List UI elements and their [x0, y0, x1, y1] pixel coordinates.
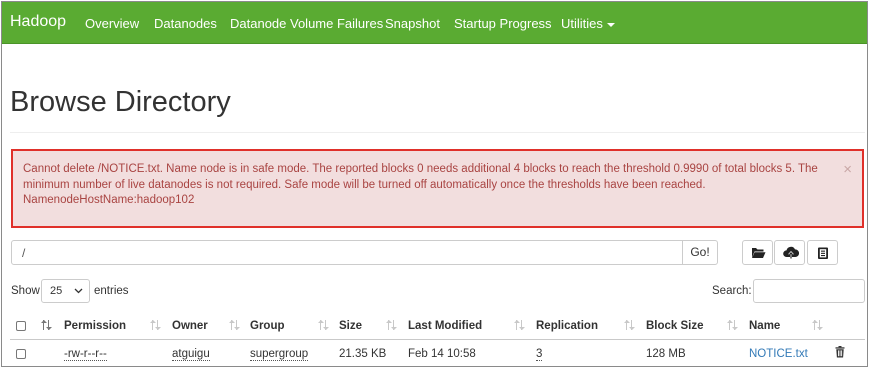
row-checkbox[interactable] — [16, 349, 26, 359]
brand-logo[interactable]: Hadoop — [10, 13, 66, 31]
column-header-permission[interactable]: Permission — [64, 320, 126, 332]
alert-message: Cannot delete /NOTICE.txt. Name node is … — [23, 162, 823, 209]
nav-datanode-volume-failures[interactable]: Datanode Volume Failures — [230, 16, 383, 31]
entries-value: 25 — [50, 285, 63, 297]
column-header-replication[interactable]: Replication — [536, 320, 598, 332]
column-header-owner[interactable]: Owner — [172, 320, 208, 332]
column-header-group[interactable]: Group — [250, 320, 285, 332]
file-name-link[interactable]: NOTICE.txt — [749, 348, 808, 360]
create-directory-button[interactable] — [742, 240, 773, 265]
sort-icon[interactable] — [317, 320, 329, 331]
column-header-name[interactable]: Name — [749, 320, 780, 332]
safe-mode-alert: Cannot delete /NOTICE.txt. Name node is … — [11, 149, 864, 228]
entries-per-page-select[interactable]: 25 — [41, 279, 90, 303]
directory-path-input[interactable] — [11, 240, 683, 265]
group-cell[interactable]: supergroup — [250, 348, 309, 361]
owner-cell[interactable]: atguigu — [172, 348, 210, 361]
last-modified-cell: Feb 14 10:58 — [408, 348, 476, 360]
show-label: Show — [11, 285, 40, 297]
alert-line-2: minimum number of live datanodes is not … — [23, 178, 706, 191]
alert-line-1: Cannot delete /NOTICE.txt. Name node is … — [23, 163, 818, 175]
go-button[interactable]: Go! — [682, 240, 718, 265]
nav-utilities-dropdown[interactable]: Utilities — [561, 16, 615, 31]
clipboard-icon — [818, 247, 828, 259]
chevron-down-icon — [74, 288, 83, 294]
sort-icon[interactable] — [385, 320, 397, 331]
nav-utilities-label: Utilities — [561, 16, 603, 31]
sort-icon[interactable] — [513, 320, 525, 331]
nav-startup-progress[interactable]: Startup Progress — [454, 16, 552, 31]
cloud-upload-icon — [783, 246, 799, 259]
caret-down-icon — [606, 22, 615, 27]
trash-icon[interactable] — [835, 346, 845, 358]
entries-label: entries — [94, 285, 129, 297]
sort-icon[interactable] — [149, 320, 161, 331]
search-label: Search: — [712, 285, 752, 297]
page-title: Browse Directory — [10, 86, 231, 118]
title-divider — [10, 132, 865, 133]
top-navbar: Hadoop Overview Datanodes Datanode Volum… — [2, 2, 867, 44]
search-input[interactable] — [753, 279, 865, 303]
nav-overview[interactable]: Overview — [85, 16, 139, 31]
replication-cell[interactable]: 3 — [536, 348, 543, 361]
sort-icon[interactable] — [623, 320, 635, 331]
sort-icon[interactable] — [726, 320, 738, 331]
sort-icon[interactable] — [811, 320, 823, 331]
nav-snapshot[interactable]: Snapshot — [385, 16, 440, 31]
column-header-last-modified[interactable]: Last Modified — [408, 320, 482, 332]
alert-line-3: NamenodeHostName:hadoop102 — [23, 194, 195, 206]
sort-icon[interactable] — [228, 320, 240, 331]
close-icon[interactable]: × — [843, 161, 852, 178]
sort-icon[interactable] — [40, 320, 52, 331]
browser-frame: Hadoop Overview Datanodes Datanode Volum… — [1, 1, 868, 367]
select-all-checkbox[interactable] — [16, 321, 26, 331]
block-size-cell: 128 MB — [646, 348, 686, 360]
column-header-size[interactable]: Size — [339, 320, 362, 332]
column-header-block-size[interactable]: Block Size — [646, 320, 704, 332]
table-row: -rw-r--r-- atguigu supergroup 21.35 KB F… — [10, 341, 865, 366]
cut-paste-button[interactable] — [807, 240, 838, 265]
permission-cell[interactable]: -rw-r--r-- — [64, 348, 107, 361]
upload-file-button[interactable] — [774, 240, 805, 265]
nav-datanodes[interactable]: Datanodes — [154, 16, 217, 31]
size-cell: 21.35 KB — [339, 348, 387, 360]
table-header: Permission Owner Group Size Last Modifie… — [10, 312, 865, 340]
folder-open-icon — [752, 248, 766, 258]
